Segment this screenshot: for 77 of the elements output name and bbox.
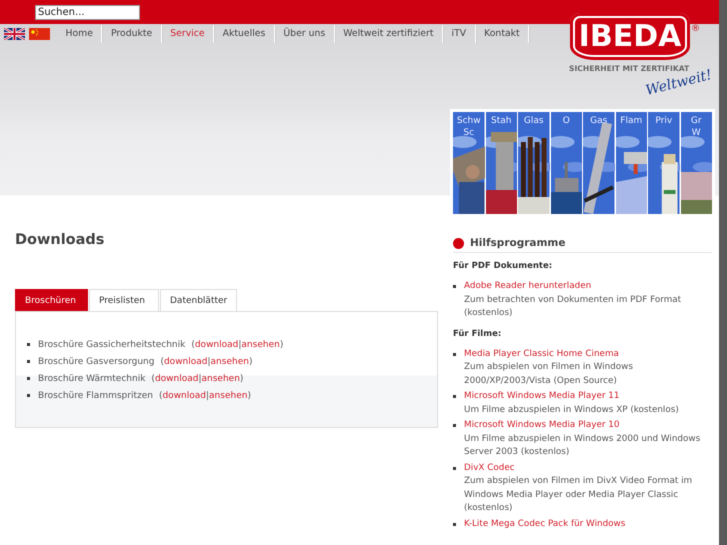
link-description: Zum betrachten von Dokumenten im PDF Format (kostenlos) bbox=[464, 294, 682, 320]
banner-caption[interactable]: Schw bbox=[453, 115, 484, 127]
logo-text: IBEDA bbox=[578, 19, 682, 54]
bullet bbox=[453, 352, 456, 356]
parenthesis: ( bbox=[158, 390, 162, 400]
download-link[interactable]: download bbox=[154, 374, 198, 384]
bullet bbox=[453, 466, 456, 470]
parenthesis: ) bbox=[248, 356, 252, 366]
brochure-title: Broschüre Wärmtechnik bbox=[38, 374, 146, 384]
download-link[interactable]: Microsoft Windows Media Player 11 bbox=[464, 390, 679, 404]
nav-link[interactable]: Aktuelles bbox=[214, 25, 275, 43]
nav-link[interactable]: Service bbox=[162, 25, 214, 43]
link-description: Zum abspielen von Filmen in Windows 2000/XP/2003/Vista (Open Source) bbox=[464, 361, 634, 388]
tab[interactable]: Preislisten bbox=[89, 289, 159, 311]
separator: | bbox=[206, 390, 210, 400]
view-link[interactable]: ansehen bbox=[202, 374, 240, 384]
link-description: Um Filme abzuspielen in Windows XP (kostenlos) bbox=[464, 404, 679, 416]
section-heading: Für PDF Dokumente: bbox=[453, 261, 554, 271]
search-field[interactable]: Suchen... bbox=[35, 4, 140, 20]
nav-link[interactable]: Produkte bbox=[102, 25, 162, 43]
link-description: Um Filme abzuspielen in Windows 2000 und Windows Server 2003 (kostenlos) bbox=[464, 432, 702, 459]
parenthesis: ) bbox=[247, 390, 251, 400]
banner-caption[interactable]: Gr bbox=[680, 115, 712, 127]
nav-link[interactable]: Kontakt bbox=[476, 25, 530, 43]
parenthesis: ( bbox=[191, 340, 195, 350]
bullet bbox=[453, 424, 456, 427]
download-link[interactable]: Adobe Reader herunterladen bbox=[464, 280, 712, 294]
bullet-dot bbox=[453, 238, 464, 248]
registered-mark: ® bbox=[691, 24, 700, 34]
separator: | bbox=[198, 374, 202, 384]
bullet bbox=[27, 360, 30, 363]
tab[interactable]: Datenblätter bbox=[160, 289, 237, 311]
banner-caption[interactable]: Stah bbox=[486, 115, 517, 127]
view-link[interactable]: ansehen bbox=[209, 390, 248, 400]
uk-flag-icon[interactable] bbox=[4, 28, 25, 40]
parenthesis: ) bbox=[280, 340, 284, 350]
parenthesis: ( bbox=[160, 356, 164, 366]
separator: | bbox=[238, 340, 242, 350]
nav-link[interactable]: Weltweit zertifiziert bbox=[334, 25, 443, 43]
download-link[interactable]: DivX Codec bbox=[464, 462, 712, 475]
bullet bbox=[453, 522, 456, 526]
link-description: Zum abspielen von Filmen im DivX Video Format im Windows Media Player oder Media Player Classic (kostenlos) bbox=[464, 475, 694, 515]
bullet bbox=[27, 343, 30, 346]
download-link[interactable]: download bbox=[164, 356, 208, 366]
section-heading: Für Filme: bbox=[453, 328, 502, 338]
bullet bbox=[27, 394, 30, 397]
china-flag-icon[interactable] bbox=[29, 28, 50, 40]
banner-caption[interactable]: Priv bbox=[648, 115, 680, 127]
banner-caption[interactable]: W bbox=[680, 127, 712, 139]
nav-link[interactable]: Über uns bbox=[274, 25, 335, 43]
brochure-title: Broschüre Flammspritzen bbox=[38, 390, 153, 400]
tab[interactable]: Broschüren bbox=[15, 289, 88, 311]
banner-caption[interactable]: Gas bbox=[583, 115, 614, 127]
download-link[interactable]: download bbox=[162, 390, 206, 400]
view-link[interactable]: ansehen bbox=[210, 356, 249, 366]
banner-caption[interactable]: O bbox=[550, 115, 582, 127]
brochure-title: Broschüre Gasversorgung bbox=[38, 356, 154, 366]
separator: | bbox=[208, 356, 211, 366]
sidebar-title: Hilfsprogramme bbox=[470, 237, 566, 249]
download-link[interactable]: K-Lite Mega Codec Pack für Windows bbox=[464, 518, 626, 531]
view-link[interactable]: ansehen bbox=[241, 340, 280, 350]
download-link[interactable]: download bbox=[194, 340, 238, 350]
parenthesis: ) bbox=[240, 374, 244, 384]
page-title: Downloads bbox=[15, 232, 106, 250]
nav-link[interactable]: iTV bbox=[442, 25, 476, 43]
download-link[interactable]: Microsoft Windows Media Player 10 bbox=[464, 419, 712, 432]
banner-caption[interactable]: Flam bbox=[616, 115, 647, 127]
nav-link[interactable]: Home bbox=[57, 25, 102, 43]
brochure-title: Broschüre Gassicherheitstechnik bbox=[38, 340, 186, 350]
banner-caption[interactable]: Sc bbox=[453, 127, 484, 139]
logo-badge[interactable]: IBEDA bbox=[570, 13, 690, 60]
download-link[interactable]: Media Player Classic Home Cinema bbox=[464, 348, 712, 361]
parenthesis: ( bbox=[151, 374, 155, 384]
bullet bbox=[27, 377, 30, 380]
banner-caption[interactable]: Glas bbox=[518, 115, 550, 127]
bullet bbox=[453, 285, 456, 288]
bullet bbox=[453, 395, 456, 398]
